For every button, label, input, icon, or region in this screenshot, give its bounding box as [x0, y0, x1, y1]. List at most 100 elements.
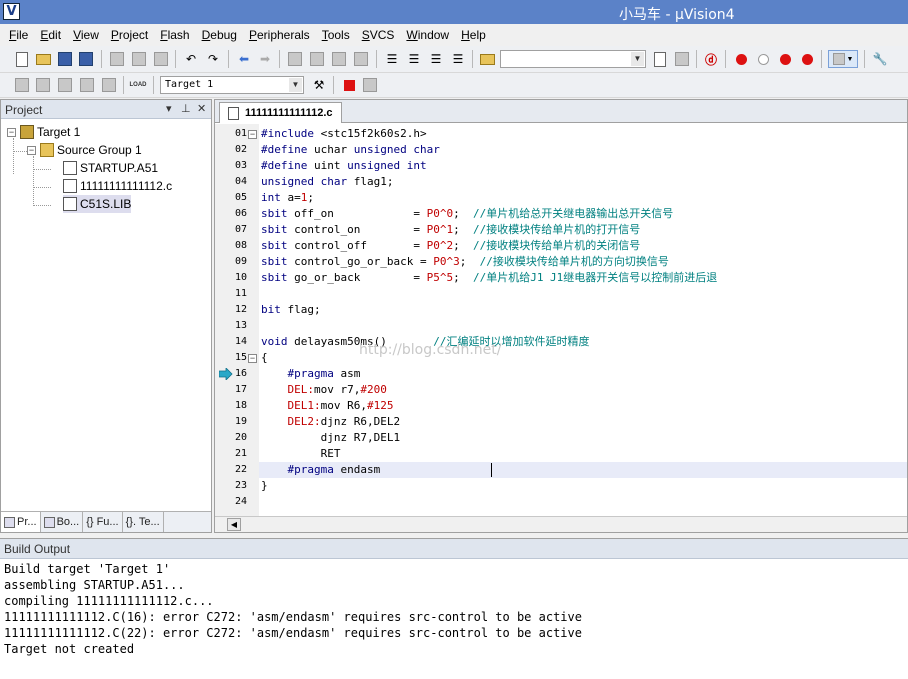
- line-number: 07: [234, 224, 247, 235]
- chevron-down-icon[interactable]: ▼: [289, 78, 302, 92]
- nav-forward-icon[interactable]: ➡: [256, 50, 274, 68]
- menu-flash[interactable]: Flash: [154, 25, 195, 45]
- unindent-icon[interactable]: ☰: [405, 50, 423, 68]
- tree-file[interactable]: STARTUP.A51: [63, 159, 158, 177]
- uncomment-icon[interactable]: ☰: [449, 50, 467, 68]
- configure-icon[interactable]: 🔧: [871, 50, 889, 68]
- find-in-files-icon[interactable]: [478, 50, 496, 68]
- output-line: Target not created: [4, 642, 135, 656]
- rebuild-icon[interactable]: [56, 76, 74, 94]
- indent-icon[interactable]: ☰: [383, 50, 401, 68]
- breakpoint-kill-all-icon[interactable]: [798, 50, 816, 68]
- target-select[interactable]: Target 1 ▼: [160, 76, 304, 94]
- tab-label: {}. Te...: [125, 516, 160, 528]
- manage-components-icon[interactable]: [340, 76, 358, 94]
- multi-project-icon[interactable]: [361, 76, 379, 94]
- new-file-icon[interactable]: [13, 50, 31, 68]
- save-all-icon[interactable]: [77, 50, 95, 68]
- code-line: DEL:mov r7,#200: [287, 383, 387, 396]
- comment-icon[interactable]: ☰: [427, 50, 445, 68]
- save-icon[interactable]: [56, 50, 74, 68]
- line-number: 21: [234, 448, 247, 459]
- menu-debug[interactable]: Debug: [196, 25, 243, 45]
- tab-templates[interactable]: {}. Te...: [123, 512, 164, 532]
- copy-icon[interactable]: [130, 50, 148, 68]
- tree-group[interactable]: − Source Group 1: [27, 141, 142, 159]
- line-number: 20: [234, 432, 247, 443]
- target-options-icon[interactable]: ⚒: [310, 76, 328, 94]
- menu-file[interactable]: File: [3, 25, 34, 45]
- code-line: {: [261, 351, 268, 364]
- pin-icon[interactable]: ⊥: [181, 102, 191, 115]
- line-number: 16: [234, 368, 247, 379]
- redo-icon[interactable]: ↷: [204, 50, 222, 68]
- bookmark-next-icon[interactable]: [330, 50, 348, 68]
- code-line: unsigned char flag1;: [261, 175, 394, 188]
- menu-edit[interactable]: Edit: [34, 25, 67, 45]
- menu-view[interactable]: View: [67, 25, 105, 45]
- paste-icon[interactable]: [152, 50, 170, 68]
- bookmark-prev-icon[interactable]: [308, 50, 326, 68]
- nav-back-icon[interactable]: ⬅: [235, 50, 253, 68]
- tree-file-label: 11111111111112.c: [80, 179, 173, 193]
- line-number: 23: [234, 480, 247, 491]
- code-editor[interactable]: #include <stc15f2k60s2.h> #define uchar u…: [259, 124, 907, 516]
- menu-window[interactable]: Window: [400, 25, 455, 45]
- project-panel: Project ▾ ⊥ ✕ − Target 1 − Source Group …: [0, 99, 212, 533]
- breakpoint-insert-icon[interactable]: [732, 50, 750, 68]
- find-combo[interactable]: ▼: [500, 50, 646, 68]
- cut-icon[interactable]: [108, 50, 126, 68]
- file-icon: [63, 179, 77, 193]
- horizontal-scrollbar[interactable]: ◀: [215, 516, 907, 532]
- incremental-find-icon[interactable]: [673, 50, 691, 68]
- watermark-text: http://blog.csdn.net/: [359, 342, 502, 358]
- undo-icon[interactable]: ↶: [182, 50, 200, 68]
- file-tab-bar: 11111111111112.c: [215, 100, 907, 123]
- debug-session-icon[interactable]: ⓓ: [702, 50, 720, 68]
- breakpoint-disable-all-icon[interactable]: [776, 50, 794, 68]
- bookmark-clear-icon[interactable]: [352, 50, 370, 68]
- output-line: assembling STARTUP.A51...: [4, 578, 185, 592]
- chevron-down-icon[interactable]: ▼: [631, 52, 644, 66]
- tab-label: {} Fu...: [86, 516, 119, 528]
- collapse-icon[interactable]: −: [7, 127, 16, 137]
- breakpoint-disable-icon[interactable]: [754, 50, 772, 68]
- scroll-left-icon[interactable]: ◀: [227, 518, 241, 531]
- tree-target[interactable]: − Target 1: [7, 123, 80, 141]
- download-icon[interactable]: LOAD: [129, 76, 147, 94]
- tab-books[interactable]: Bo...: [41, 512, 84, 532]
- window-config-button[interactable]: ▼: [828, 50, 858, 68]
- tree-file[interactable]: C51S.LIB: [63, 195, 132, 213]
- line-number: 19: [234, 416, 247, 427]
- fold-toggle-icon[interactable]: −: [248, 354, 257, 363]
- build-icon[interactable]: [34, 76, 52, 94]
- folder-icon: [40, 143, 54, 157]
- menu-tools[interactable]: Tools: [316, 25, 356, 45]
- tree-file[interactable]: 11111111111112.c: [63, 177, 172, 195]
- panel-menu-icon[interactable]: ▾: [166, 102, 172, 115]
- tree-file-label: C51S.LIB: [80, 197, 132, 211]
- code-line: sbit control_off = P0^2; //接收模块传给单片机的关闭信…: [261, 239, 641, 252]
- menu-project[interactable]: Project: [105, 25, 154, 45]
- menu-peripherals[interactable]: Peripherals: [243, 25, 316, 45]
- line-gutter[interactable]: 01−02 03 04 05 06 07 08 09 10 11 12 13 14 15−16 17 18 19…: [215, 124, 259, 516]
- batch-build-icon[interactable]: [78, 76, 96, 94]
- open-file-icon[interactable]: [34, 50, 52, 68]
- menu-svcs[interactable]: SVCS: [356, 25, 401, 45]
- line-number: 01: [234, 128, 247, 139]
- tab-functions[interactable]: {} Fu...: [83, 512, 123, 532]
- stop-build-icon[interactable]: [100, 76, 118, 94]
- find-icon[interactable]: [651, 50, 669, 68]
- file-tab[interactable]: 11111111111112.c: [219, 102, 342, 123]
- project-panel-title: Project: [5, 103, 43, 117]
- close-icon[interactable]: ✕: [197, 102, 206, 115]
- fold-toggle-icon[interactable]: −: [248, 130, 257, 139]
- collapse-icon[interactable]: −: [27, 145, 36, 155]
- menu-help[interactable]: Help: [455, 25, 492, 45]
- tab-project[interactable]: Pr...: [1, 512, 41, 532]
- editor-panel: 11111111111112.c 01−02 03 04 05 06 07 08 09 10 11…: [214, 99, 908, 533]
- translate-icon[interactable]: [13, 76, 31, 94]
- line-number: 02: [234, 144, 247, 155]
- bookmark-toggle-icon[interactable]: [286, 50, 304, 68]
- uvision-app-icon[interactable]: V: [3, 3, 20, 20]
